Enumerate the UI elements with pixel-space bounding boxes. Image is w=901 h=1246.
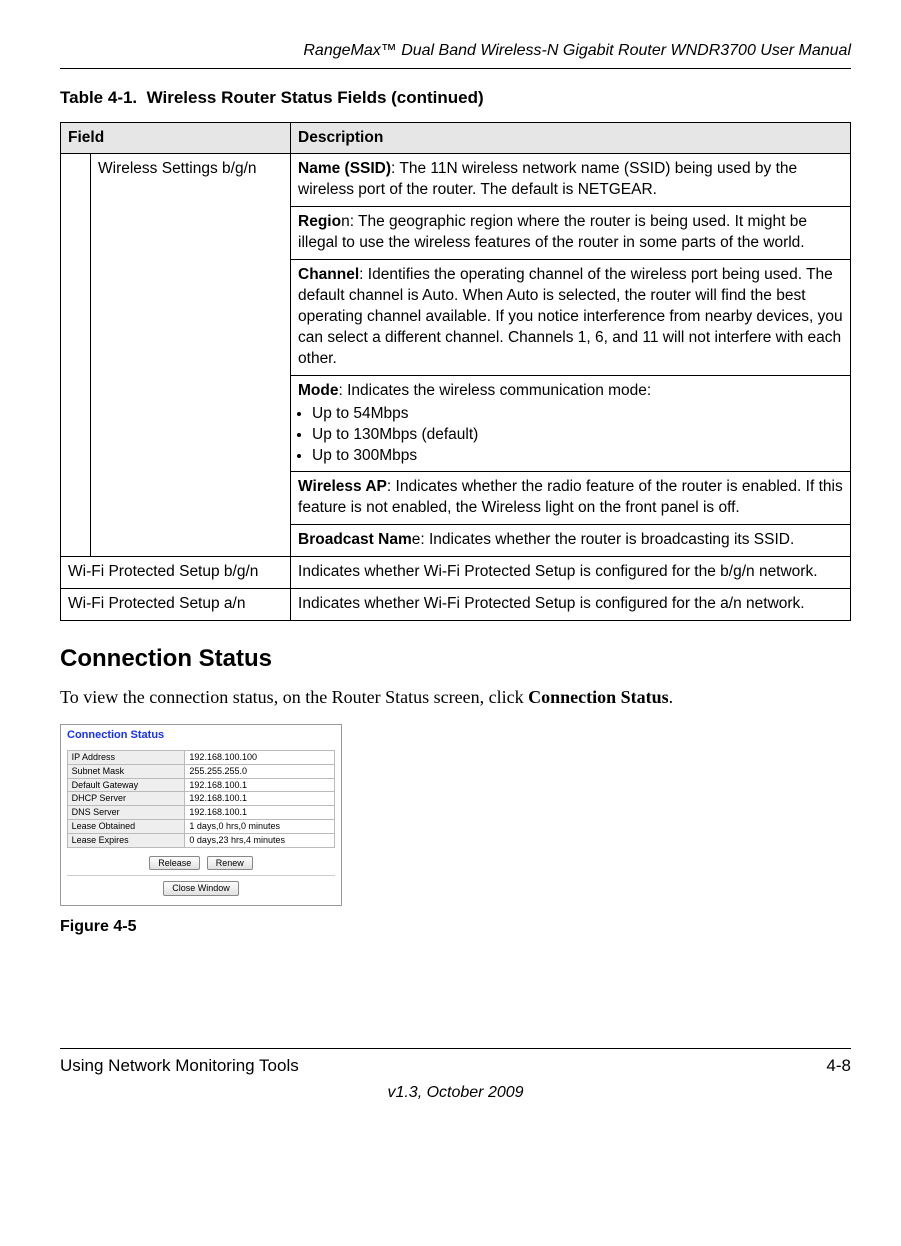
cs-label-3: DHCP Server (67, 792, 185, 806)
footer-left: Using Network Monitoring Tools (60, 1055, 299, 1078)
cs-row: Subnet Mask255.255.255.0 (67, 764, 335, 778)
cs-label-2: Default Gateway (67, 778, 185, 792)
cs-panel-title: Connection Status (61, 725, 341, 750)
cs-label-5: Lease Obtained (67, 819, 185, 833)
desc-name-ssid-bold: Name (SSID) (298, 160, 391, 177)
cs-row: DHCP Server192.168.100.1 (67, 792, 335, 806)
footer-rule (60, 1048, 851, 1049)
cs-button-row-1: Release Renew (61, 848, 341, 874)
cs-button-row-2: Close Window (61, 878, 341, 899)
cs-value-2: 192.168.100.1 (185, 778, 335, 792)
table-caption-prefix: Table 4-1. (60, 88, 137, 107)
cs-row: DNS Server192.168.100.1 (67, 806, 335, 820)
connection-status-panel: Connection Status IP Address192.168.100.… (60, 724, 342, 906)
section-intro: To view the connection status, on the Ro… (60, 685, 851, 709)
page-footer: Using Network Monitoring Tools 4-8 v1.3,… (60, 1048, 851, 1104)
section-heading: Connection Status (60, 643, 851, 675)
cs-label-0: IP Address (67, 750, 185, 764)
mode-bullet-0: Up to 54Mbps (312, 404, 843, 425)
cs-table: IP Address192.168.100.100 Subnet Mask255… (67, 750, 336, 848)
desc-region-bold: Regio (298, 213, 341, 230)
footer-page-number: 4-8 (826, 1055, 851, 1078)
desc-channel: Channel: Identifies the operating channe… (291, 260, 851, 376)
renew-button[interactable]: Renew (207, 856, 253, 871)
desc-mode: Mode: Indicates the wireless communicati… (291, 375, 851, 472)
mode-bullet-2: Up to 300Mbps (312, 446, 843, 467)
mode-bullets: Up to 54Mbps Up to 130Mbps (default) Up … (298, 404, 843, 467)
desc-wap-bold: Wireless AP (298, 478, 387, 495)
release-button[interactable]: Release (149, 856, 200, 871)
cs-label-4: DNS Server (67, 806, 185, 820)
desc-wireless-ap: Wireless AP: Indicates whether the radio… (291, 472, 851, 525)
intro-pre: To view the connection status, on the Ro… (60, 687, 528, 707)
field-wireless-settings: Wireless Settings b/g/n (91, 154, 291, 557)
desc-name-ssid: Name (SSID): The 11N wireless network na… (291, 154, 851, 207)
desc-region-rest: n: The geographic region where the route… (298, 213, 807, 251)
cs-label-1: Subnet Mask (67, 764, 185, 778)
cs-row: Default Gateway192.168.100.1 (67, 778, 335, 792)
cs-value-5: 1 days,0 hrs,0 minutes (185, 819, 335, 833)
cs-value-4: 192.168.100.1 (185, 806, 335, 820)
desc-wps-bgn: Indicates whether Wi-Fi Protected Setup … (291, 557, 851, 589)
cs-value-3: 192.168.100.1 (185, 792, 335, 806)
cs-label-6: Lease Expires (67, 833, 185, 847)
mode-bullet-1: Up to 130Mbps (default) (312, 425, 843, 446)
row-group-spacer (61, 154, 91, 557)
desc-channel-bold: Channel (298, 266, 359, 283)
th-field: Field (61, 122, 291, 154)
figure-label: Figure 4-5 (60, 916, 851, 938)
desc-region: Region: The geographic region where the … (291, 207, 851, 260)
table-caption: Table 4-1. Wireless Router Status Fields… (60, 87, 851, 110)
cs-row: Lease Obtained1 days,0 hrs,0 minutes (67, 819, 335, 833)
cs-row: IP Address192.168.100.100 (67, 750, 335, 764)
footer-version: v1.3, October 2009 (60, 1082, 851, 1104)
table-caption-text: Wireless Router Status Fields (continued… (147, 88, 484, 107)
desc-broadcast-name: Broadcast Name: Indicates whether the ro… (291, 525, 851, 557)
intro-post: . (669, 687, 674, 707)
cs-divider (67, 875, 335, 876)
close-window-button[interactable]: Close Window (163, 881, 239, 896)
header-rule (60, 68, 851, 69)
status-fields-table: Field Description Wireless Settings b/g/… (60, 122, 851, 622)
field-wps-an: Wi-Fi Protected Setup a/n (61, 589, 291, 621)
field-wps-bgn: Wi-Fi Protected Setup b/g/n (61, 557, 291, 589)
desc-bcast-rest: e: Indicates whether the router is broad… (412, 531, 795, 548)
desc-channel-rest: : Identifies the operating channel of th… (298, 266, 843, 367)
cs-value-1: 255.255.255.0 (185, 764, 335, 778)
desc-mode-bold: Mode (298, 382, 338, 399)
cs-value-0: 192.168.100.100 (185, 750, 335, 764)
cs-value-6: 0 days,23 hrs,4 minutes (185, 833, 335, 847)
intro-bold: Connection Status (528, 687, 669, 707)
desc-wps-an: Indicates whether Wi-Fi Protected Setup … (291, 589, 851, 621)
desc-mode-rest: : Indicates the wireless communication m… (338, 382, 651, 399)
desc-bcast-bold: Broadcast Nam (298, 531, 412, 548)
doc-header-title: RangeMax™ Dual Band Wireless-N Gigabit R… (60, 40, 851, 62)
th-description: Description (291, 122, 851, 154)
cs-row: Lease Expires0 days,23 hrs,4 minutes (67, 833, 335, 847)
